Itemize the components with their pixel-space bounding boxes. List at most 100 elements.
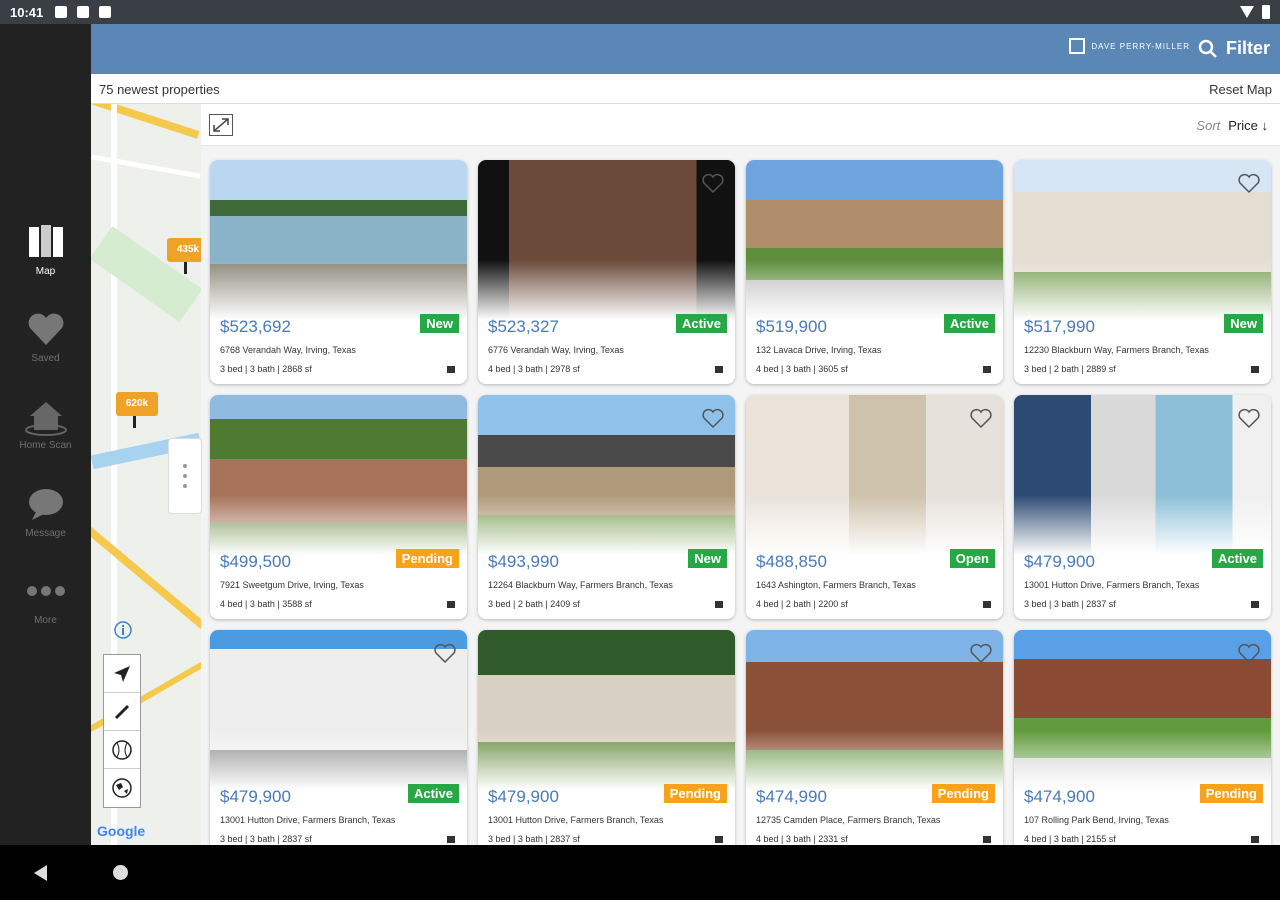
- drag-handle[interactable]: [168, 438, 202, 514]
- map-price-pin[interactable]: 435k: [167, 238, 201, 274]
- home-icon: [1251, 601, 1259, 608]
- listing-price: $493,990: [488, 552, 559, 571]
- listing-price: $517,990: [1024, 317, 1095, 336]
- listing-price: $479,900: [1024, 552, 1095, 571]
- listing-specs: 4 bed | 3 bath | 2978 sf: [488, 364, 580, 374]
- listing-price: $523,692: [220, 317, 291, 336]
- more-icon: [26, 586, 65, 596]
- home-icon: [715, 601, 723, 608]
- sort-bar: Sort Price ↓: [201, 104, 1280, 146]
- status-badge: Active: [1211, 549, 1263, 568]
- heart-icon[interactable]: [433, 642, 457, 664]
- school-filter-button[interactable]: [104, 731, 140, 769]
- home-icon: [983, 601, 991, 608]
- locate-button[interactable]: [104, 655, 140, 693]
- clipboard-icon: [99, 6, 112, 18]
- listing-card[interactable]: $523,327 Active 6776 Verandah Way, Irvin…: [478, 160, 735, 384]
- listing-price: $523,327: [488, 317, 559, 336]
- status-time: 10:41: [10, 4, 44, 20]
- baseball-icon: [112, 739, 132, 760]
- battery-icon: [1262, 5, 1270, 19]
- listing-address: 13001 Hutton Drive, Farmers Branch, Texa…: [1024, 580, 1200, 590]
- listing-address: 7921 Sweetgum Drive, Irving, Texas: [220, 580, 364, 590]
- heart-icon[interactable]: [1237, 642, 1261, 664]
- listing-specs: 3 bed | 3 bath | 2837 sf: [1024, 599, 1116, 609]
- listing-card[interactable]: $499,500 Pending 7921 Sweetgum Drive, Ir…: [210, 395, 467, 619]
- draw-button[interactable]: [104, 693, 140, 731]
- listing-price: $519,900: [756, 317, 827, 336]
- listing-card[interactable]: $479,900 Active 13001 Hutton Drive, Farm…: [210, 630, 467, 845]
- layers-button[interactable]: [104, 769, 140, 807]
- listing-address: 13001 Hutton Drive, Farmers Branch, Texa…: [220, 815, 396, 825]
- rail-item-more[interactable]: More: [0, 569, 91, 626]
- heart-icon[interactable]: [969, 407, 993, 429]
- listing-price: $479,900: [220, 787, 291, 806]
- rail-item-saved[interactable]: Saved: [0, 307, 91, 364]
- heart-icon[interactable]: [701, 172, 725, 194]
- listing-card[interactable]: $523,692 New 6768 Verandah Way, Irving, …: [210, 160, 467, 384]
- listing-card[interactable]: $479,900 Pending 13001 Hutton Drive, Far…: [478, 630, 735, 845]
- rail-item-label: Message: [25, 528, 66, 539]
- home-icon: [983, 366, 991, 373]
- listing-specs: 4 bed | 3 bath | 3588 sf: [220, 599, 312, 609]
- heart-icon[interactable]: [1237, 407, 1261, 429]
- listing-specs: 3 bed | 3 bath | 2868 sf: [220, 364, 312, 374]
- status-badge: New: [420, 314, 459, 333]
- rail-item-label: Saved: [31, 353, 60, 364]
- listing-specs: 3 bed | 3 bath | 2837 sf: [220, 834, 312, 844]
- rail-item-label: Map: [35, 266, 56, 277]
- pencil-icon: [114, 704, 130, 719]
- status-badge: Open: [949, 549, 995, 568]
- map-icon: [28, 225, 63, 257]
- back-button[interactable]: [34, 865, 47, 881]
- status-badge: Pending: [1199, 784, 1263, 803]
- home-button[interactable]: [113, 865, 128, 880]
- rail-item-label: More: [34, 615, 57, 626]
- google-logo: Google: [97, 823, 146, 839]
- status-badge: Pending: [395, 549, 459, 568]
- listing-price: $474,900: [1024, 787, 1095, 806]
- listing-specs: 3 bed | 2 bath | 2409 sf: [488, 599, 580, 609]
- heart-icon[interactable]: [701, 407, 725, 429]
- status-bar: 10:41: [0, 0, 1280, 24]
- system-nav-bar: [0, 845, 1280, 900]
- filter-button[interactable]: Filter: [1198, 38, 1270, 59]
- listing-card[interactable]: $488,850 Open 1643 Ashington, Farmers Br…: [746, 395, 1003, 619]
- status-badge: Active: [943, 314, 995, 333]
- listing-address: 1643 Ashington, Farmers Branch, Texas: [756, 580, 916, 590]
- listing-price: $488,850: [756, 552, 827, 571]
- listing-specs: 3 bed | 3 bath | 2837 sf: [488, 834, 580, 844]
- listing-card[interactable]: $517,990 New 12230 Blackburn Way, Farmer…: [1014, 160, 1271, 384]
- map-price-pin[interactable]: 620k: [116, 392, 158, 428]
- rail-item-map[interactable]: Map: [0, 220, 91, 277]
- rail-item-home-scan[interactable]: Home Scan: [0, 394, 91, 451]
- listing-address: 107 Rolling Park Bend, Irving, Texas: [1024, 815, 1169, 825]
- rail-item-message[interactable]: Message: [0, 482, 91, 539]
- app-notification-icon: [77, 6, 90, 18]
- expand-icon[interactable]: [209, 114, 233, 136]
- listing-specs: 4 bed | 3 bath | 3605 sf: [756, 364, 848, 374]
- listing-specs: 4 bed | 2 bath | 2200 sf: [756, 599, 848, 609]
- sort-control[interactable]: Sort Price ↓: [1196, 118, 1268, 133]
- listing-card[interactable]: $474,900 Pending 107 Rolling Park Bend, …: [1014, 630, 1271, 845]
- wifi-icon: [1240, 6, 1254, 18]
- app-header: DAVE PERRY-MILLER Filter: [91, 24, 1280, 74]
- listings-panel: Sort Price ↓ $523,692 New 6768 Verandah W…: [201, 104, 1280, 845]
- listing-price: $499,500: [220, 552, 291, 571]
- heart-icon: [28, 313, 63, 345]
- info-icon[interactable]: [113, 620, 133, 640]
- listing-card[interactable]: $519,900 Active 132 Lavaca Drive, Irving…: [746, 160, 1003, 384]
- listing-card[interactable]: $493,990 New 12264 Blackburn Way, Farmer…: [478, 395, 735, 619]
- reset-map-button[interactable]: Reset Map: [1209, 82, 1272, 97]
- status-badge: Active: [675, 314, 727, 333]
- listing-address: 12230 Blackburn Way, Farmers Branch, Tex…: [1024, 345, 1209, 355]
- listing-specs: 3 bed | 2 bath | 2889 sf: [1024, 364, 1116, 374]
- map-road: [91, 526, 201, 630]
- listing-card[interactable]: $474,990 Pending 12735 Camden Place, Far…: [746, 630, 1003, 845]
- map-tools: [103, 654, 141, 808]
- listing-card[interactable]: $479,900 Active 13001 Hutton Drive, Farm…: [1014, 395, 1271, 619]
- listing-specs: 4 bed | 3 bath | 2331 sf: [756, 834, 848, 844]
- brand-logo: DAVE PERRY-MILLER: [1069, 38, 1190, 54]
- heart-icon[interactable]: [1237, 172, 1261, 194]
- heart-icon[interactable]: [969, 642, 993, 664]
